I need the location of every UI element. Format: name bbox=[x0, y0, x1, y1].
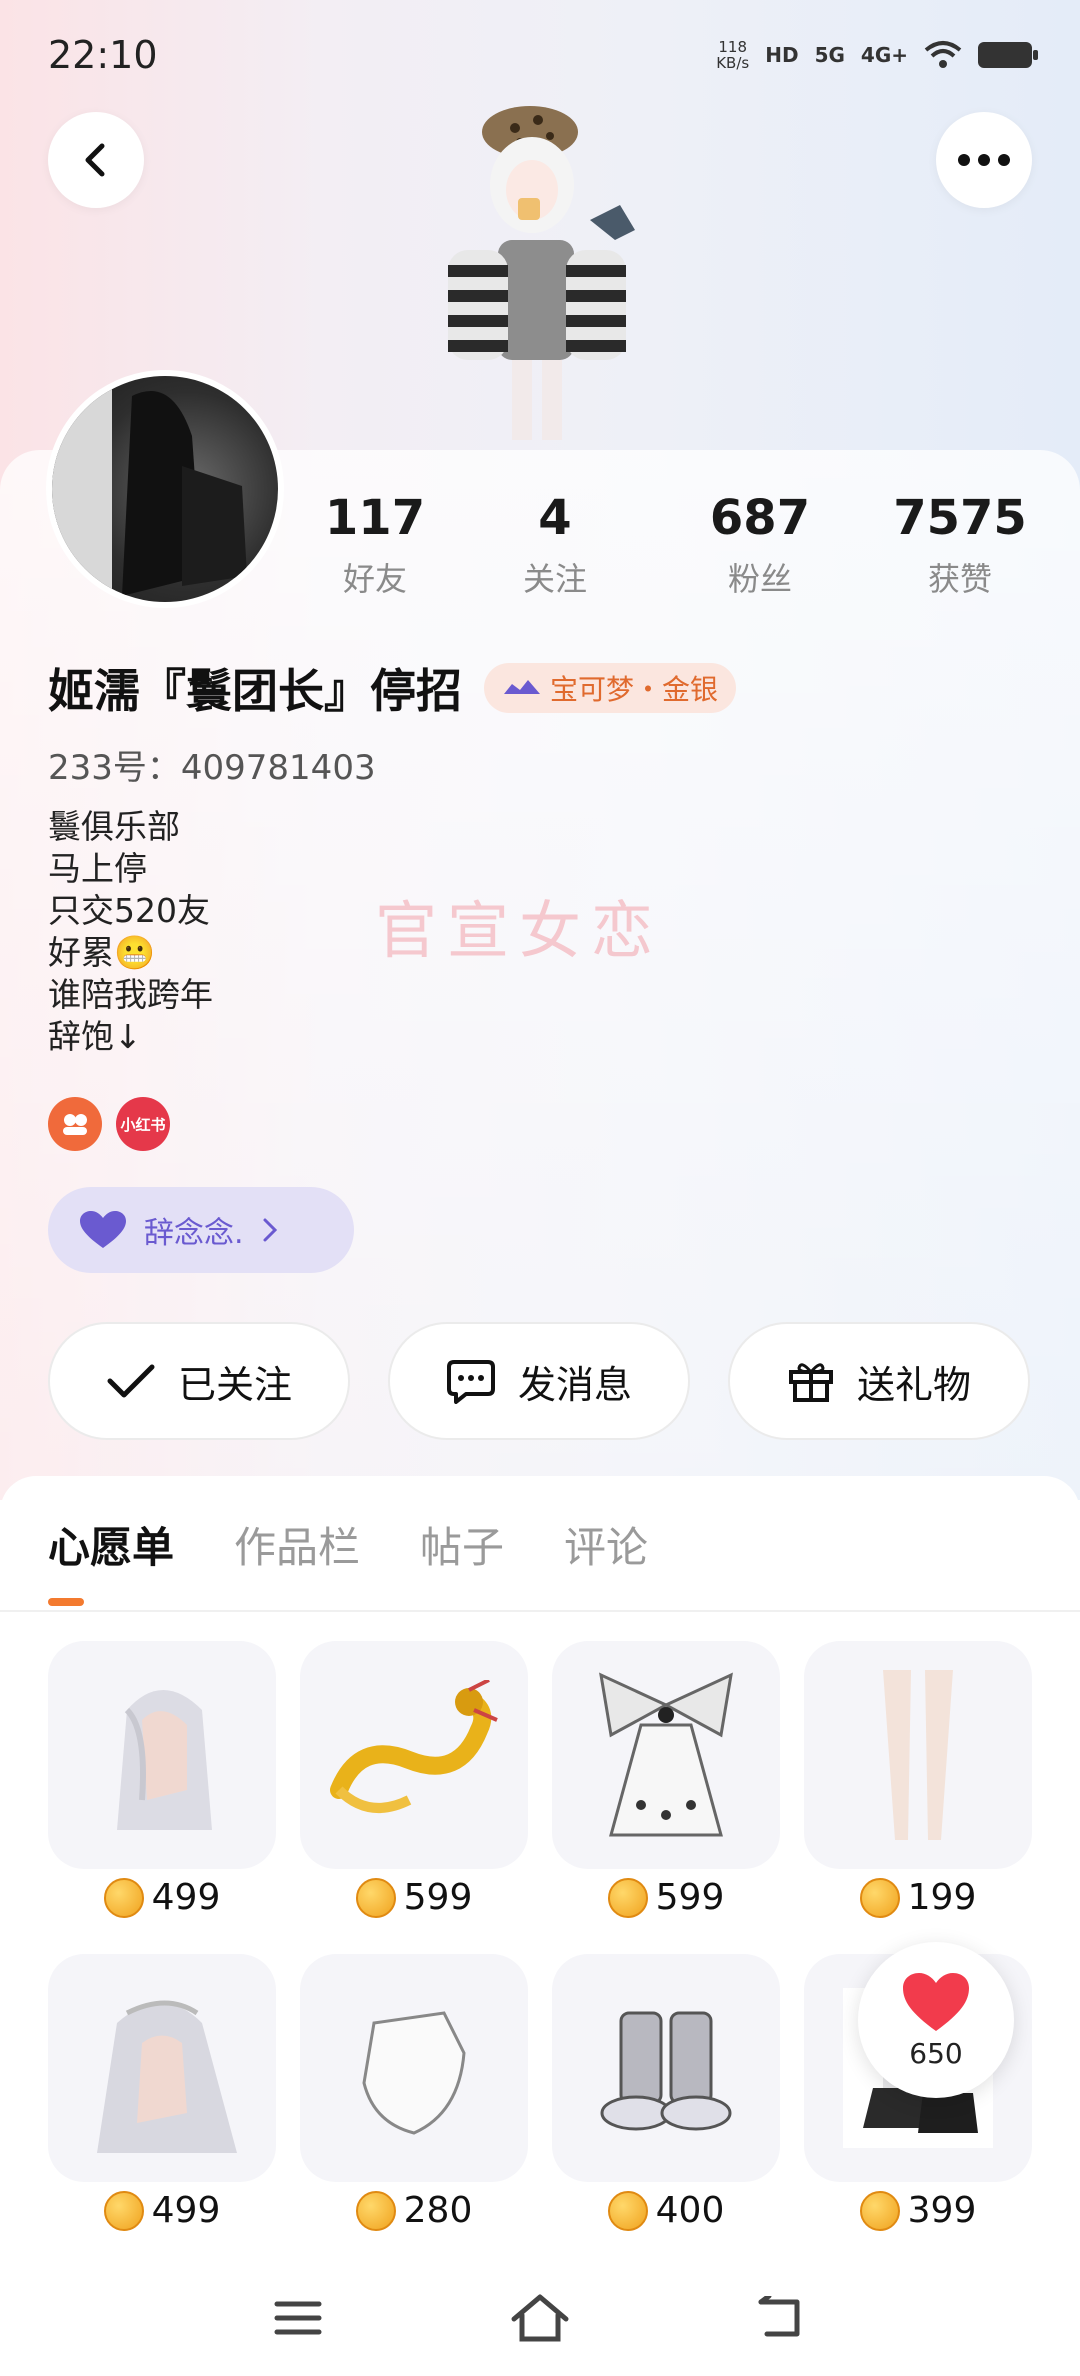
white-glove-item-icon bbox=[300, 1954, 528, 2182]
coin-icon bbox=[103, 2190, 144, 2231]
wishlist-item[interactable]: 499 bbox=[48, 1954, 276, 2231]
grey-boots-item-icon bbox=[552, 1954, 780, 2182]
wishlist-item[interactable]: 599 bbox=[300, 1641, 528, 1918]
tab-bar: 心愿单 作品栏 帖子 评论 bbox=[48, 1514, 648, 1575]
coin-icon bbox=[607, 1877, 648, 1918]
tab-works[interactable]: 作品栏 bbox=[234, 1514, 360, 1575]
tab-wishlist[interactable]: 心愿单 bbox=[48, 1514, 174, 1575]
white-hair-item-icon bbox=[48, 1641, 276, 1869]
like-button[interactable]: 650 bbox=[858, 1942, 1014, 2098]
hd-icon: HD bbox=[765, 43, 799, 67]
golden-dragon-item-icon bbox=[300, 1641, 528, 1869]
wishlist-item[interactable]: 499 bbox=[48, 1641, 276, 1918]
bio: 鬟俱乐部 马上停 只交520友 好累😬 谁陪我跨年 辞饱↓ bbox=[48, 806, 213, 1058]
coin-icon bbox=[859, 1877, 900, 1918]
heart-icon bbox=[80, 1211, 126, 1248]
bio-line: 马上停 bbox=[48, 849, 147, 888]
coin-icon bbox=[355, 1877, 396, 1918]
coin-icon bbox=[103, 1877, 144, 1918]
check-icon bbox=[107, 1364, 155, 1398]
stat-following[interactable]: 4 关注 bbox=[450, 490, 660, 600]
cp-name: 辞念念. bbox=[144, 1216, 244, 1251]
butterfly-dress-item-icon bbox=[552, 1641, 780, 1869]
bio-line: 谁陪我跨年 bbox=[48, 975, 213, 1014]
more-button[interactable] bbox=[936, 112, 1032, 208]
wishlist-item[interactable]: 599 bbox=[552, 1641, 780, 1918]
avatar[interactable] bbox=[46, 370, 284, 608]
cp-relationship-pill[interactable]: 辞念念. bbox=[48, 1187, 354, 1273]
chevron-right-icon bbox=[263, 1218, 277, 1242]
send-gift-button[interactable]: 送礼物 bbox=[728, 1322, 1030, 1440]
net-speed: 118 KB/s bbox=[716, 38, 750, 72]
tab-comments[interactable]: 评论 bbox=[564, 1514, 648, 1575]
heart-icon bbox=[903, 1972, 969, 2031]
gift-icon bbox=[788, 1363, 833, 1402]
wishlist-item[interactable]: 400 bbox=[552, 1954, 780, 2231]
like-count: 650 bbox=[909, 2036, 963, 2070]
tab-posts[interactable]: 帖子 bbox=[420, 1514, 504, 1575]
coin-icon bbox=[859, 2190, 900, 2231]
more-dots-icon bbox=[958, 154, 1010, 166]
bio-line: 鬟俱乐部 bbox=[48, 807, 180, 846]
wishlist-item[interactable]: 199 bbox=[804, 1641, 1032, 1918]
home-icon[interactable] bbox=[510, 2293, 570, 2343]
back-nav-icon[interactable] bbox=[757, 2296, 807, 2340]
stat-friends[interactable]: 117 好友 bbox=[300, 490, 450, 600]
silver-hair-item-icon bbox=[48, 1954, 276, 2182]
wifi-icon bbox=[924, 41, 962, 68]
tabs-divider bbox=[0, 1610, 1080, 1612]
chat-bubble-icon bbox=[446, 1360, 495, 1404]
bio-line: 辞饱↓ bbox=[48, 1017, 142, 1056]
battery-icon bbox=[978, 42, 1038, 68]
signal-5g-icon: 5G bbox=[814, 43, 845, 67]
game-badge[interactable]: 宝可梦・金银 bbox=[484, 663, 737, 713]
stat-likes[interactable]: 7575 获赞 bbox=[860, 490, 1060, 600]
character-avatar-figure bbox=[448, 106, 635, 440]
bio-line: 好累😬 bbox=[48, 933, 156, 972]
status-time: 22:10 bbox=[48, 33, 158, 77]
social-links: 小红书 bbox=[48, 1097, 170, 1151]
content-panel: 心愿单 作品栏 帖子 评论 499 599 599 199 499 280 40… bbox=[0, 1476, 1080, 2376]
coin-icon bbox=[607, 2190, 648, 2231]
xiaohongshu-icon[interactable]: 小红书 bbox=[116, 1097, 170, 1151]
coin-icon bbox=[355, 2190, 396, 2231]
profile-stats: 117 好友 4 关注 687 粉丝 7575 获赞 bbox=[300, 490, 1060, 600]
message-button[interactable]: 发消息 bbox=[388, 1322, 690, 1440]
profile-actions: 已关注 发消息 送礼物 bbox=[48, 1322, 1030, 1440]
signal-4g-icon: 4G+ bbox=[860, 43, 908, 67]
avatar-photo bbox=[52, 376, 278, 602]
pokemon-badge-icon bbox=[504, 680, 540, 694]
watermark-text: 官宣女恋 bbox=[375, 894, 664, 967]
group-icon[interactable] bbox=[48, 1097, 102, 1151]
chevron-left-icon bbox=[85, 143, 105, 177]
stat-followers[interactable]: 687 粉丝 bbox=[660, 490, 860, 600]
user-id: 233号：409781403 bbox=[48, 748, 376, 788]
profile-name: 姬濡『鬟团长』停招 bbox=[48, 664, 462, 718]
name-row: 姬濡『鬟团长』停招 宝可梦・金银 bbox=[48, 655, 737, 721]
white-stockings-item-icon bbox=[804, 1641, 1032, 1869]
system-nav-bar bbox=[0, 2260, 1080, 2376]
following-button[interactable]: 已关注 bbox=[48, 1322, 350, 1440]
active-tab-indicator bbox=[48, 1598, 84, 1606]
wishlist-item[interactable]: 280 bbox=[300, 1954, 528, 2231]
menu-icon[interactable] bbox=[273, 2298, 323, 2338]
wishlist-grid: 499 599 599 199 499 280 400 399 bbox=[48, 1641, 1032, 2267]
bio-line: 只交520友 bbox=[48, 891, 210, 930]
back-button[interactable] bbox=[48, 112, 144, 208]
status-icons: 118 KB/s HD 5G 4G+ bbox=[716, 38, 1038, 72]
